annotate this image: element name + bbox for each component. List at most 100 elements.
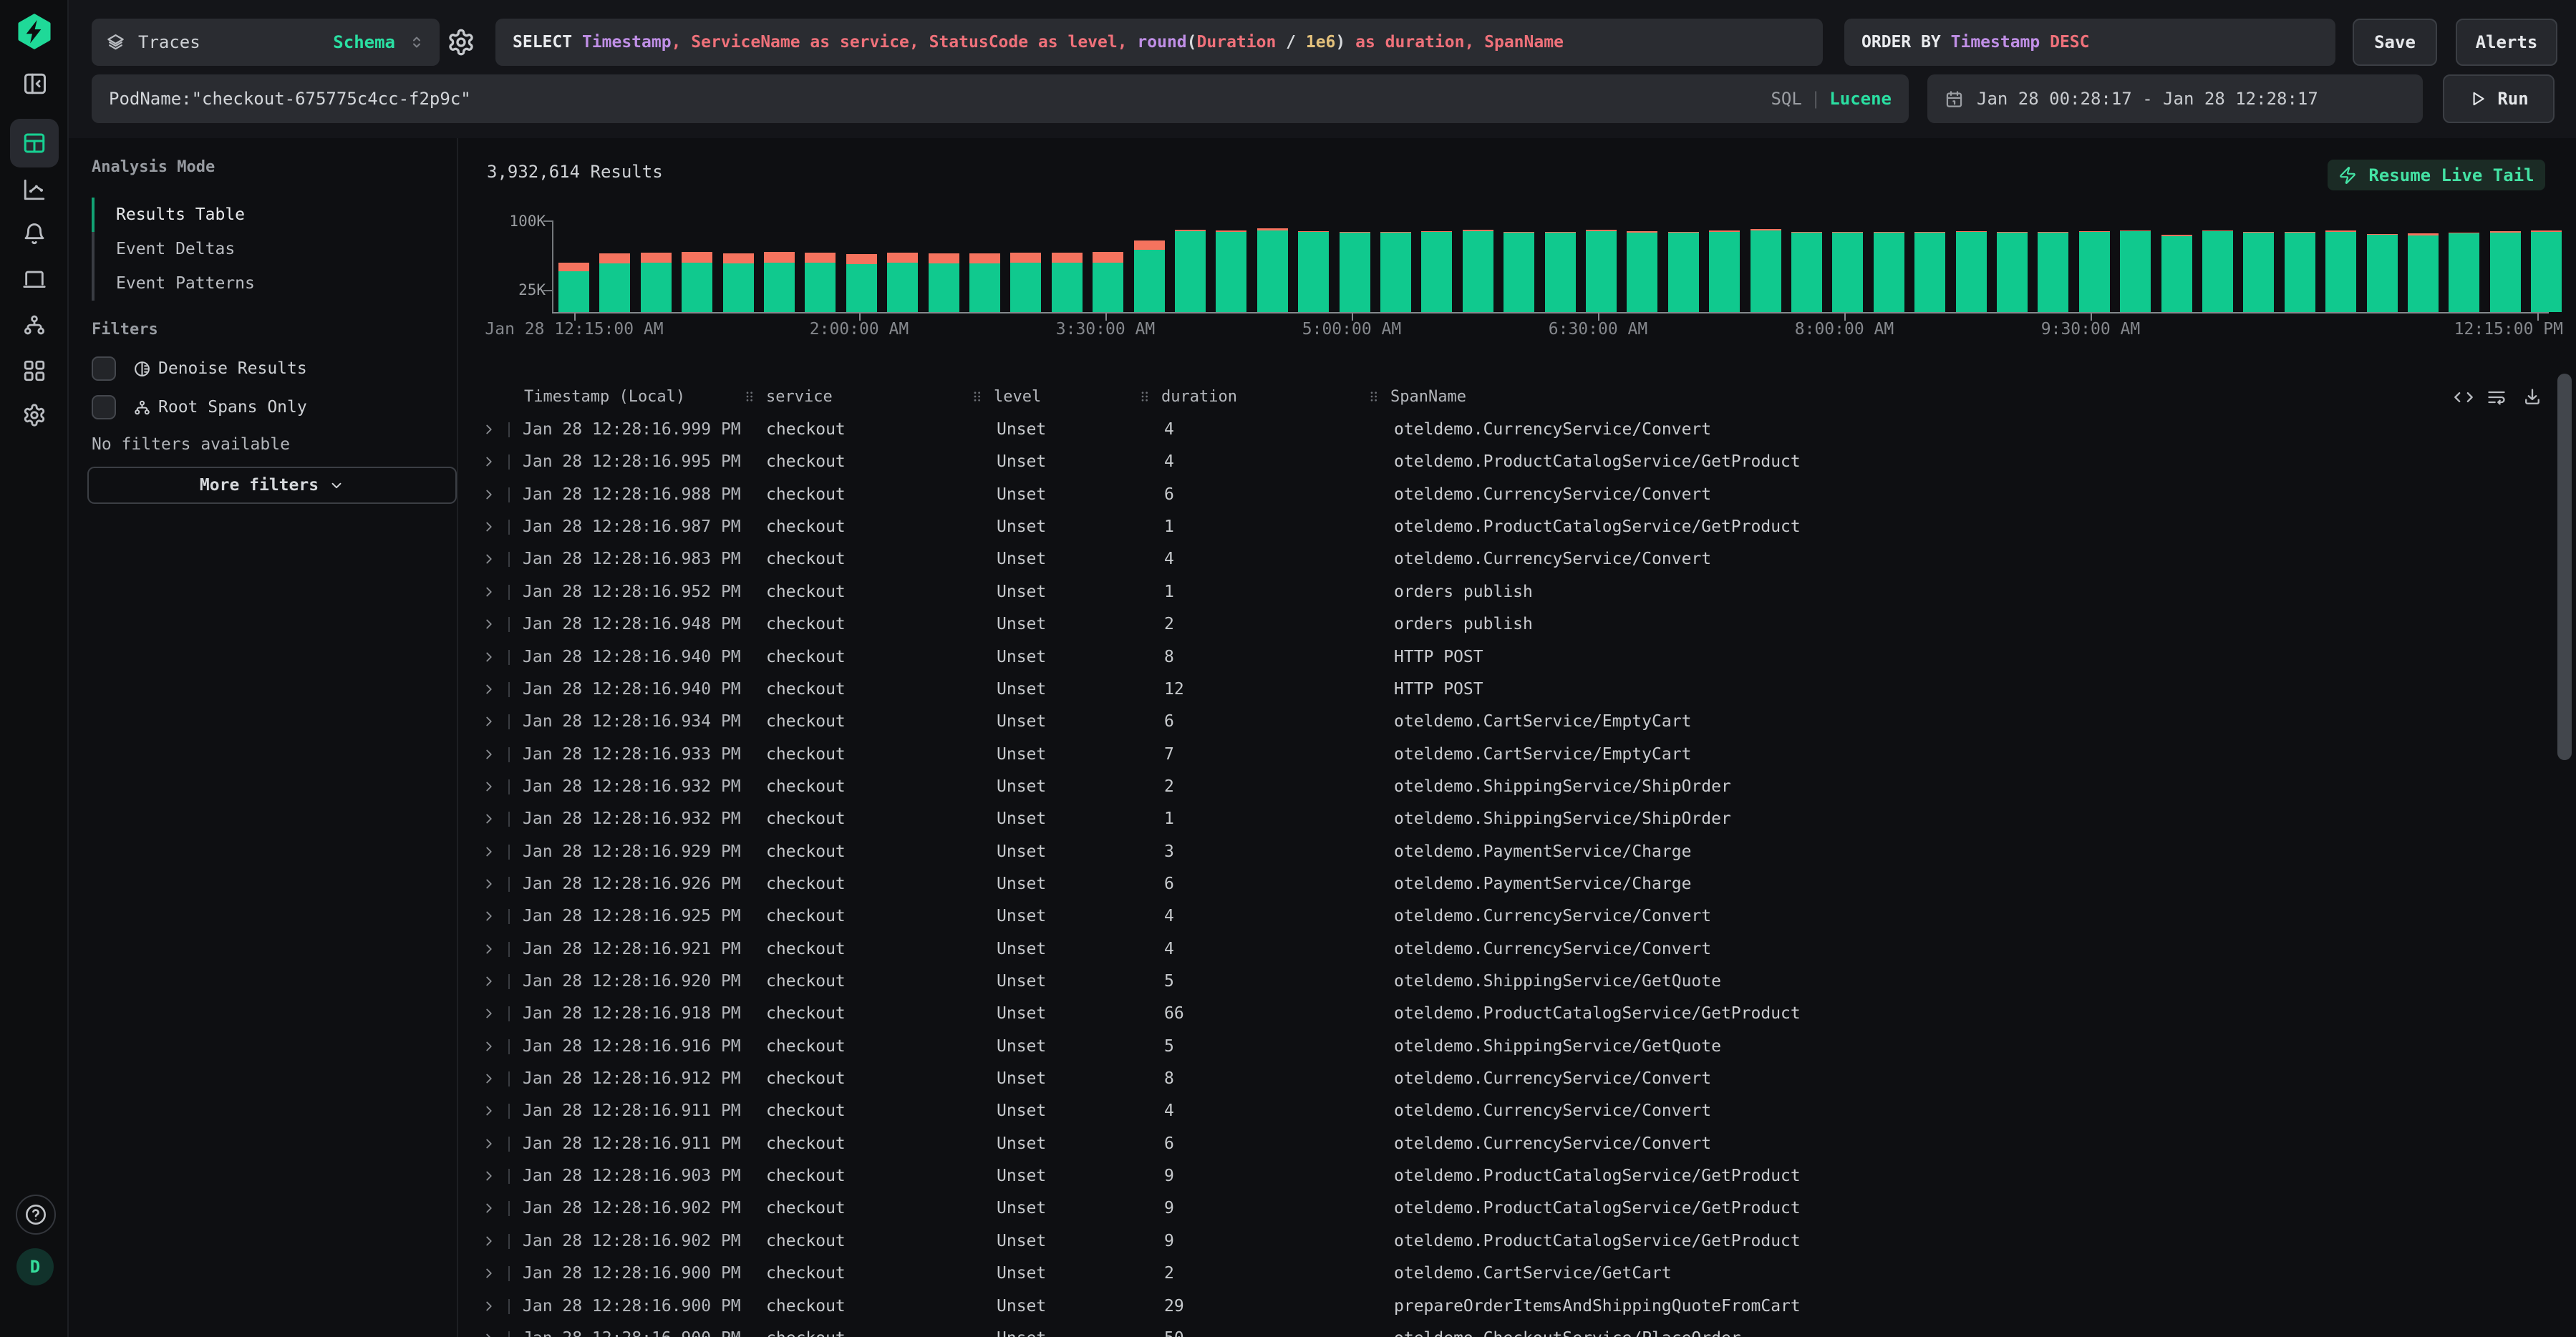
histogram-bar-error[interactable] bbox=[1257, 228, 1288, 230]
row-expand-chevron-icon[interactable] bbox=[481, 844, 497, 860]
histogram-bar-error[interactable] bbox=[1914, 232, 1945, 233]
histogram-bar-error[interactable] bbox=[1832, 232, 1863, 233]
histogram-bar-ok[interactable] bbox=[1010, 263, 1041, 312]
row-expand-chevron-icon[interactable] bbox=[481, 747, 497, 762]
app-logo[interactable] bbox=[16, 13, 53, 50]
help-icon[interactable] bbox=[16, 1195, 56, 1235]
user-avatar[interactable]: D bbox=[16, 1248, 54, 1285]
histogram-bar-ok[interactable] bbox=[1956, 232, 1987, 312]
histogram-bar-error[interactable] bbox=[1956, 231, 1987, 232]
histogram-bar-ok[interactable] bbox=[2449, 233, 2479, 312]
histogram-bar-error[interactable] bbox=[1340, 232, 1370, 233]
histogram-bar-ok[interactable] bbox=[1545, 233, 1576, 312]
histogram-bar-ok[interactable] bbox=[2490, 233, 2521, 312]
histogram-bar-error[interactable] bbox=[1751, 229, 1781, 230]
table-row[interactable]: Jan 28 12:28:16.929 PMcheckoutUnset3otel… bbox=[458, 836, 2576, 868]
row-expand-chevron-icon[interactable] bbox=[481, 1298, 497, 1314]
table-row[interactable]: Jan 28 12:28:16.902 PMcheckoutUnset9otel… bbox=[458, 1225, 2576, 1258]
analysis-mode-item-event-deltas[interactable]: Event Deltas bbox=[116, 238, 235, 261]
histogram-bar-error[interactable] bbox=[2243, 232, 2274, 233]
histogram-bar-ok[interactable] bbox=[1627, 233, 1657, 312]
histogram-bar-error[interactable] bbox=[1586, 230, 1617, 231]
histogram-bar-error[interactable] bbox=[764, 252, 795, 263]
histogram-bar-ok[interactable] bbox=[1751, 230, 1781, 312]
histogram-bar-error[interactable] bbox=[1216, 230, 1246, 232]
histogram-bar-ok[interactable] bbox=[641, 263, 672, 312]
row-expand-chevron-icon[interactable] bbox=[481, 616, 497, 632]
histogram-bar-ok[interactable] bbox=[1504, 233, 1534, 312]
histogram-bar-error[interactable] bbox=[1134, 240, 1165, 250]
table-row[interactable]: Jan 28 12:28:16.926 PMcheckoutUnset6otel… bbox=[458, 868, 2576, 900]
histogram-bar-error[interactable] bbox=[2531, 230, 2562, 232]
histogram-bar-error[interactable] bbox=[2079, 231, 2110, 232]
row-expand-chevron-icon[interactable] bbox=[481, 973, 497, 989]
column-drag-handle-icon[interactable] bbox=[971, 390, 984, 403]
table-row[interactable]: Jan 28 12:28:16.999 PMcheckoutUnset4otel… bbox=[458, 414, 2576, 446]
table-row[interactable]: Jan 28 12:28:16.933 PMcheckoutUnset7otel… bbox=[458, 739, 2576, 771]
table-row[interactable]: Jan 28 12:28:16.925 PMcheckoutUnset4otel… bbox=[458, 900, 2576, 933]
histogram-bar-ok[interactable] bbox=[1340, 233, 1370, 312]
histogram-bar-ok[interactable] bbox=[1463, 231, 1493, 312]
histogram-bar-error[interactable] bbox=[2490, 231, 2521, 233]
row-expand-chevron-icon[interactable] bbox=[481, 454, 497, 470]
row-expand-chevron-icon[interactable] bbox=[481, 487, 497, 502]
language-lucene[interactable]: Lucene bbox=[1829, 89, 1892, 109]
row-expand-chevron-icon[interactable] bbox=[481, 1265, 497, 1281]
query-language-toggle[interactable]: SQL | Lucene bbox=[1771, 89, 1892, 109]
histogram-bar-error[interactable] bbox=[641, 253, 672, 263]
histogram-bar-error[interactable] bbox=[1010, 253, 1041, 263]
histogram-bar-error[interactable] bbox=[1175, 230, 1206, 231]
histogram-bar-ok[interactable] bbox=[2120, 231, 2151, 312]
histogram-bar-error[interactable] bbox=[2325, 230, 2356, 232]
select-query-input[interactable]: SELECT Timestamp, ServiceName as service… bbox=[495, 19, 1823, 66]
save-button[interactable]: Save bbox=[2353, 19, 2437, 66]
table-row[interactable]: Jan 28 12:28:16.903 PMcheckoutUnset9otel… bbox=[458, 1160, 2576, 1192]
table-row[interactable]: Jan 28 12:28:16.983 PMcheckoutUnset4otel… bbox=[458, 543, 2576, 575]
source-selector[interactable]: Traces Schema bbox=[92, 19, 440, 66]
histogram-bar-error[interactable] bbox=[599, 253, 630, 263]
histogram-bar-error[interactable] bbox=[805, 253, 836, 263]
histogram-bar-error[interactable] bbox=[2161, 235, 2192, 236]
histogram-bar-error[interactable] bbox=[1791, 232, 1822, 233]
search-input[interactable]: PodName:"checkout-675775c4cc-f2p9c" SQL … bbox=[92, 74, 1909, 123]
histogram-bar-ok[interactable] bbox=[1832, 233, 1863, 312]
histogram-bar-ok[interactable] bbox=[969, 263, 1000, 312]
histogram-bar-ok[interactable] bbox=[1052, 263, 1083, 312]
histogram-bar-ok[interactable] bbox=[1380, 233, 1411, 312]
language-sql[interactable]: SQL bbox=[1771, 89, 1801, 109]
order-by-input[interactable]: ORDER BY Timestamp DESC bbox=[1844, 19, 2335, 66]
column-drag-handle-icon[interactable] bbox=[1138, 390, 1151, 403]
histogram-bar-error[interactable] bbox=[1504, 232, 1534, 233]
table-row[interactable]: Jan 28 12:28:16.952 PMcheckoutUnset1orde… bbox=[458, 576, 2576, 608]
column-header-level[interactable]: level bbox=[994, 386, 1041, 408]
row-expand-chevron-icon[interactable] bbox=[481, 1006, 497, 1021]
source-settings-gear-icon[interactable] bbox=[447, 28, 475, 57]
histogram-bar-ok[interactable] bbox=[1093, 263, 1123, 312]
row-expand-chevron-icon[interactable] bbox=[481, 1103, 497, 1119]
histogram-bar-ok[interactable] bbox=[805, 263, 836, 312]
table-row[interactable]: Jan 28 12:28:16.902 PMcheckoutUnset9otel… bbox=[458, 1192, 2576, 1225]
table-row[interactable]: Jan 28 12:28:16.918 PMcheckoutUnset66ote… bbox=[458, 998, 2576, 1030]
row-expand-chevron-icon[interactable] bbox=[481, 681, 497, 697]
resume-live-tail-button[interactable]: Resume Live Tail bbox=[2328, 160, 2545, 190]
histogram-bar-error[interactable] bbox=[1298, 231, 1329, 232]
table-row[interactable]: Jan 28 12:28:16.932 PMcheckoutUnset1otel… bbox=[458, 803, 2576, 835]
histogram-bar-error[interactable] bbox=[1709, 230, 1740, 232]
collapse-sidebar-icon[interactable] bbox=[22, 71, 47, 95]
row-expand-chevron-icon[interactable] bbox=[481, 714, 497, 729]
view-source-code-icon[interactable] bbox=[2454, 387, 2474, 407]
service-map-icon[interactable] bbox=[22, 313, 47, 337]
table-row[interactable]: Jan 28 12:28:16.940 PMcheckoutUnset8HTTP… bbox=[458, 641, 2576, 674]
checkbox[interactable] bbox=[92, 395, 116, 419]
histogram-bar-ok[interactable] bbox=[1134, 250, 1165, 312]
filter-option-root-spans-only[interactable]: Root Spans Only bbox=[92, 394, 307, 420]
histogram-bar-error[interactable] bbox=[1380, 232, 1411, 233]
alerts-button[interactable]: Alerts bbox=[2456, 19, 2557, 66]
histogram-bar-error[interactable] bbox=[1874, 232, 1904, 233]
row-expand-chevron-icon[interactable] bbox=[481, 941, 497, 957]
table-row[interactable]: Jan 28 12:28:16.916 PMcheckoutUnset5otel… bbox=[458, 1031, 2576, 1063]
table-row[interactable]: Jan 28 12:28:16.900 PMcheckoutUnset29pre… bbox=[458, 1290, 2576, 1323]
histogram-bar-error[interactable] bbox=[969, 253, 1000, 263]
column-header-timestamp-local-[interactable]: Timestamp (Local) bbox=[524, 386, 685, 408]
table-row[interactable]: Jan 28 12:28:16.920 PMcheckoutUnset5otel… bbox=[458, 966, 2576, 998]
